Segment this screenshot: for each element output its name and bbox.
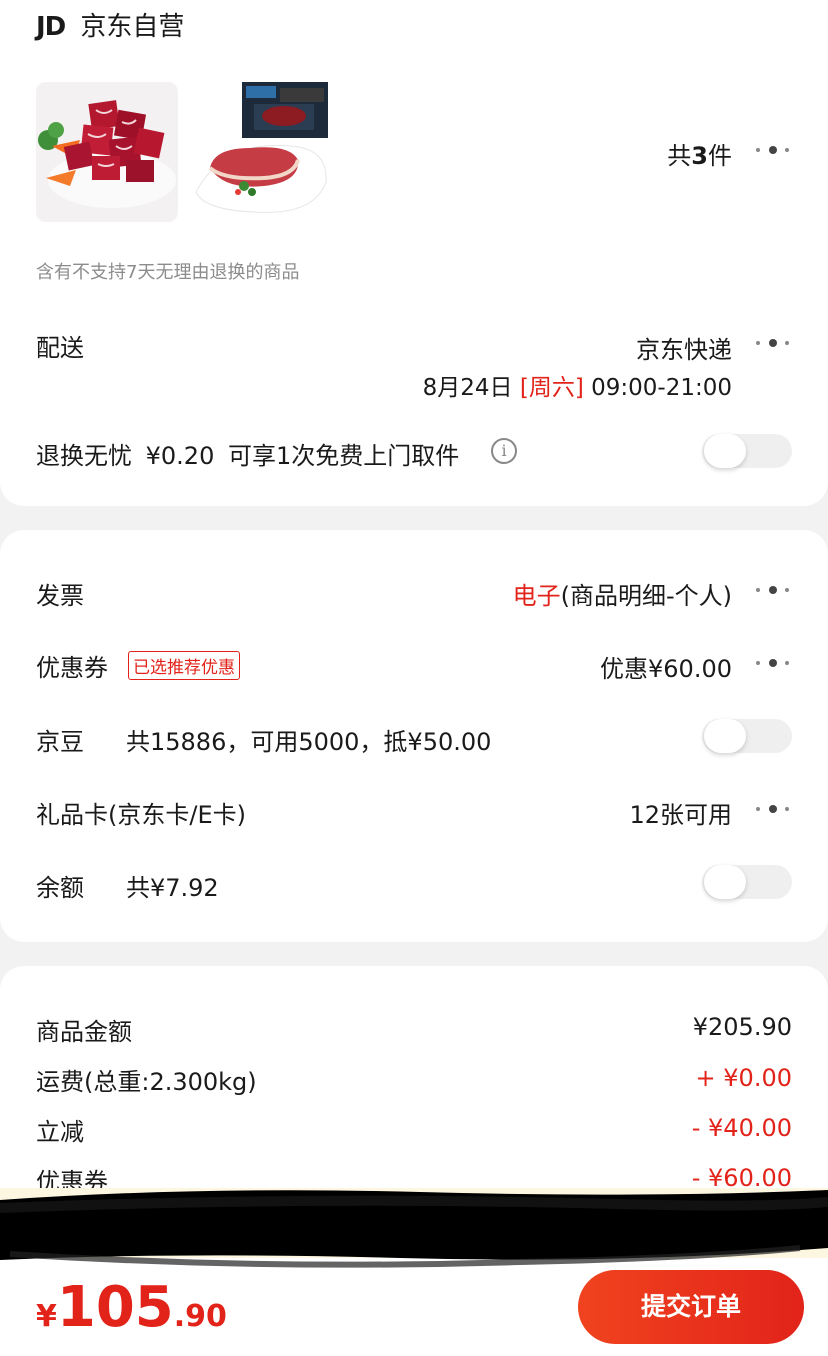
summary-value-discount: - ¥40.00: [691, 1114, 792, 1142]
jingdou-toggle[interactable]: [702, 719, 792, 753]
order-items-card: [0, 0, 828, 506]
balance-toggle[interactable]: [702, 865, 792, 899]
info-icon[interactable]: i: [491, 438, 517, 464]
total-price: ¥105.90: [36, 1280, 227, 1336]
total-integer: 105: [56, 1275, 174, 1340]
delivery-date: 8月24日: [422, 375, 513, 401]
coupon-tag: 已选推荐优惠: [128, 651, 240, 680]
balance-desc: 共¥7.92: [126, 874, 219, 902]
store-header: JD 京东自营: [36, 6, 184, 43]
return-service-toggle[interactable]: [702, 434, 792, 468]
summary-label-shipping: 运费(总重:2.300kg): [36, 1068, 257, 1096]
return-service-label: 退换无忧: [36, 442, 132, 470]
delivery-time[interactable]: 8月24日 [周六] 09:00-21:00: [423, 368, 732, 402]
giftcard-label: 礼品卡(京东卡/E卡): [36, 801, 246, 829]
redaction-scribble: [0, 1178, 828, 1278]
total-decimal: .90: [173, 1299, 227, 1334]
product-image-steak[interactable]: [194, 82, 330, 216]
jd-logo: JD: [36, 12, 66, 42]
delivery-more-icon[interactable]: [754, 333, 794, 353]
coupon-value[interactable]: 优惠¥60.00: [600, 649, 732, 684]
summary-label-discount: 立减: [36, 1118, 84, 1146]
delivery-weekday: [周六]: [519, 375, 584, 401]
jingdou-label: 京豆: [36, 728, 84, 756]
delivery-label: 配送: [36, 334, 84, 362]
item-count[interactable]: 共3件: [667, 136, 732, 171]
return-service-desc: 可享1次免费上门取件: [228, 442, 460, 470]
product-image-beef-cubes[interactable]: [36, 82, 178, 222]
giftcard-value[interactable]: 12张可用: [629, 795, 732, 830]
invoice-label: 发票: [36, 582, 84, 610]
delivery-window: 09:00-21:00: [591, 375, 732, 401]
item-count-suffix: 件: [708, 142, 732, 170]
summary-label-goods: 商品金额: [36, 1018, 132, 1046]
store-name: 京东自营: [80, 12, 185, 42]
invoice-type: 电子: [512, 582, 561, 610]
invoice-detail: (商品明细-个人): [560, 582, 732, 610]
return-service-price: ¥0.20: [145, 442, 215, 470]
giftcard-more-icon[interactable]: [754, 799, 794, 819]
item-count-value: 3: [691, 142, 708, 170]
no-return-notice: 含有不支持7天无理由退换的商品: [36, 262, 300, 283]
coupon-more-icon[interactable]: [754, 653, 794, 673]
return-service-row: 退换无忧 ¥0.20 可享1次免费上门取件: [36, 436, 459, 471]
delivery-carrier[interactable]: 京东快递: [636, 330, 732, 365]
invoice-more-icon[interactable]: [754, 580, 794, 600]
total-currency: ¥: [36, 1299, 57, 1334]
more-items-icon[interactable]: [754, 140, 794, 160]
item-count-prefix: 共: [667, 142, 692, 170]
summary-value-goods: ¥205.90: [692, 1013, 792, 1041]
summary-value-shipping: + ¥0.00: [695, 1064, 792, 1092]
submit-order-button[interactable]: 提交订单: [578, 1270, 804, 1344]
balance-label: 余额: [36, 874, 84, 902]
coupon-label: 优惠券: [36, 654, 108, 682]
invoice-value[interactable]: 电子(商品明细-个人): [513, 576, 732, 611]
jingdou-desc: 共15886，可用5000，抵¥50.00: [126, 728, 492, 756]
